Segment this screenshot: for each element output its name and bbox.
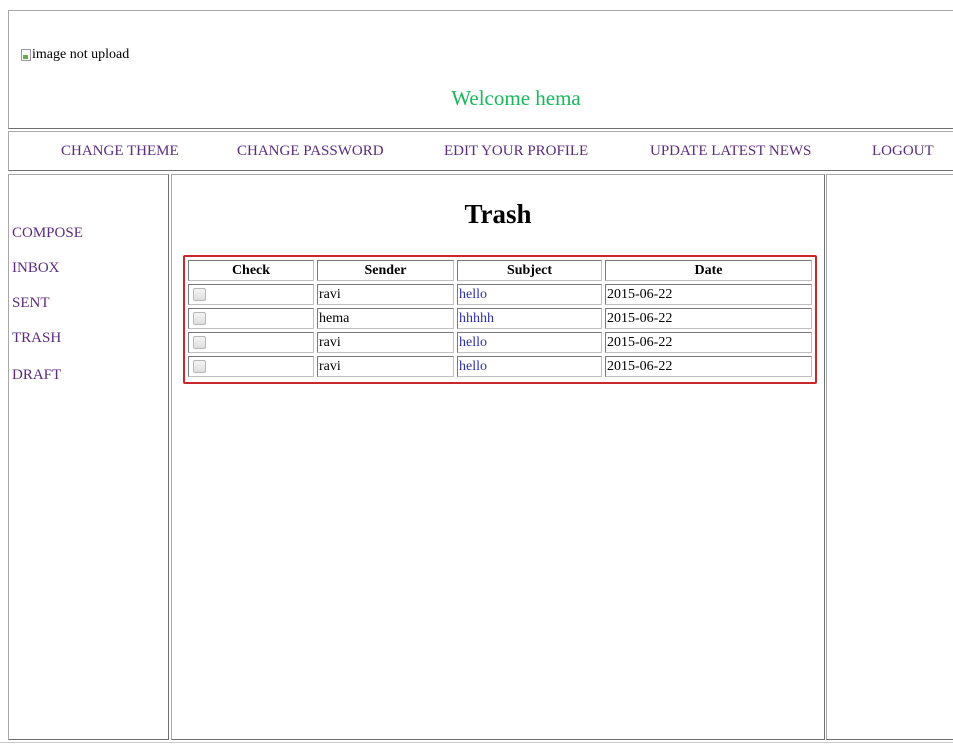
row-date: 2015-06-22 bbox=[605, 332, 812, 353]
row-subject-link[interactable]: hello bbox=[459, 359, 487, 374]
header-image: image not upload bbox=[21, 47, 129, 63]
table-row: ravi hello 2015-06-22 bbox=[188, 284, 812, 305]
row-checkbox[interactable] bbox=[193, 335, 206, 349]
row-checkbox[interactable] bbox=[193, 311, 206, 325]
row-date: 2015-06-22 bbox=[605, 308, 812, 329]
row-date: 2015-06-22 bbox=[605, 284, 812, 305]
row-check-cell bbox=[188, 332, 314, 353]
column-header-subject: Subject bbox=[457, 260, 602, 281]
sidebar-item-trash[interactable]: TRASH bbox=[12, 330, 61, 347]
broken-image-icon bbox=[21, 49, 31, 61]
footer-divider bbox=[0, 742, 953, 747]
row-checkbox[interactable] bbox=[193, 287, 206, 301]
row-check-cell bbox=[188, 284, 314, 305]
header-panel: image not upload Welcome hema bbox=[8, 10, 953, 129]
top-navigation: CHANGE THEME CHANGE PASSWORD EDIT YOUR P… bbox=[8, 131, 953, 171]
table-row: hema hhhhh 2015-06-22 bbox=[188, 308, 812, 329]
row-subject-link[interactable]: hello bbox=[459, 287, 487, 302]
row-sender: ravi bbox=[317, 284, 454, 305]
right-panel bbox=[826, 174, 953, 740]
nav-update-news-link[interactable]: UPDATE LATEST NEWS bbox=[650, 143, 811, 160]
page-title: Trash bbox=[464, 199, 532, 229]
sidebar: COMPOSE INBOX SENT TRASH DRAFT bbox=[8, 174, 169, 740]
header-image-alt-text: image not upload bbox=[32, 47, 130, 62]
row-subject-link[interactable]: hello bbox=[459, 335, 487, 350]
table-row: ravi hello 2015-06-22 bbox=[188, 332, 812, 353]
row-subject-cell: hello bbox=[457, 356, 602, 377]
nav-logout-link[interactable]: LOGOUT bbox=[872, 143, 934, 160]
column-header-date: Date bbox=[605, 260, 812, 281]
row-checkbox[interactable] bbox=[193, 359, 206, 373]
trash-table-container: Check Sender Subject Date ravi hello 201… bbox=[183, 255, 817, 384]
column-header-check: Check bbox=[188, 260, 314, 281]
sidebar-item-sent[interactable]: SENT bbox=[12, 295, 50, 312]
column-header-sender: Sender bbox=[317, 260, 454, 281]
main-content: Trash Check Sender Subject Date ravi hel… bbox=[171, 174, 825, 740]
welcome-message: Welcome hema bbox=[451, 86, 581, 110]
table-row: ravi hello 2015-06-22 bbox=[188, 356, 812, 377]
row-check-cell bbox=[188, 308, 314, 329]
sidebar-item-compose[interactable]: COMPOSE bbox=[12, 225, 83, 242]
row-date: 2015-06-22 bbox=[605, 356, 812, 377]
row-subject-cell: hello bbox=[457, 284, 602, 305]
sidebar-item-draft[interactable]: DRAFT bbox=[12, 367, 61, 384]
row-sender: hema bbox=[317, 308, 454, 329]
row-subject-cell: hello bbox=[457, 332, 602, 353]
sidebar-item-inbox[interactable]: INBOX bbox=[12, 260, 60, 277]
nav-change-theme-link[interactable]: CHANGE THEME bbox=[61, 143, 179, 160]
row-subject-link[interactable]: hhhhh bbox=[459, 311, 494, 326]
nav-change-password-link[interactable]: CHANGE PASSWORD bbox=[237, 143, 384, 160]
nav-edit-profile-link[interactable]: EDIT YOUR PROFILE bbox=[444, 143, 588, 160]
table-header-row: Check Sender Subject Date bbox=[188, 260, 812, 281]
row-subject-cell: hhhhh bbox=[457, 308, 602, 329]
trash-table: Check Sender Subject Date ravi hello 201… bbox=[185, 257, 815, 380]
row-sender: ravi bbox=[317, 356, 454, 377]
row-sender: ravi bbox=[317, 332, 454, 353]
row-check-cell bbox=[188, 356, 314, 377]
